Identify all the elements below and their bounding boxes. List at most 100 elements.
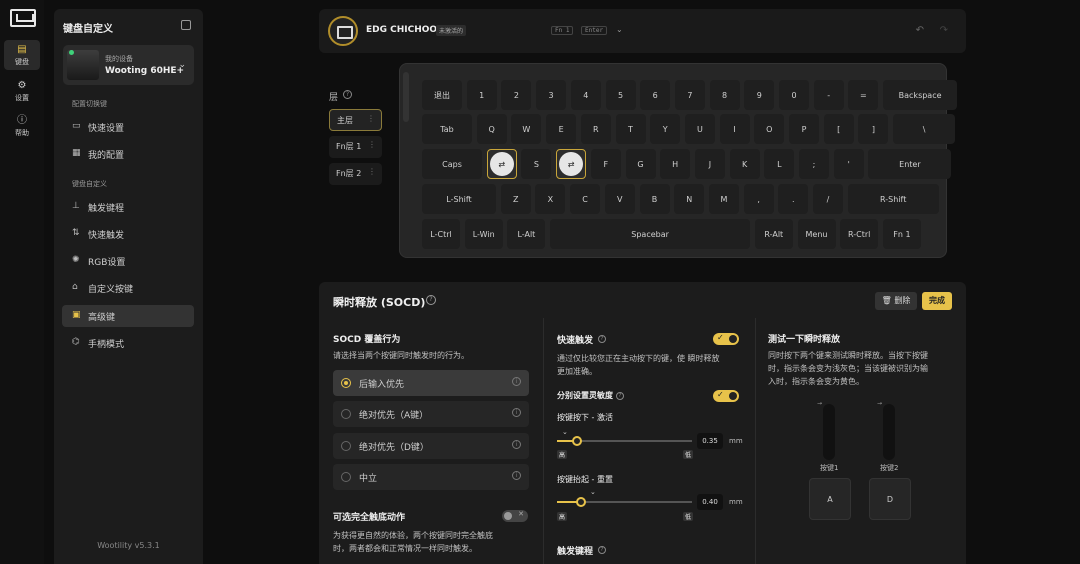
press-value[interactable]: 0.35 [697, 433, 723, 449]
key[interactable]: 6 [640, 80, 671, 110]
key[interactable]: \ [893, 114, 956, 144]
sidebar-item-advanced-keys[interactable]: ▣ 高级键 [62, 305, 194, 327]
key[interactable]: 退出 [422, 80, 462, 110]
key[interactable]: L-Ctrl [422, 219, 460, 249]
option-last-input[interactable]: 后输入优先 i [333, 370, 529, 396]
key[interactable]: R [580, 114, 611, 144]
sidebar-item-my-profiles[interactable]: ▦ 我的配置 [62, 143, 194, 165]
key[interactable]: L [764, 149, 795, 179]
help-icon[interactable]: ? [598, 546, 606, 554]
sidebar-item-quick-settings[interactable]: ▭ 快速设置 [62, 116, 194, 138]
key[interactable]: C [570, 184, 601, 214]
option-absolute-d[interactable]: 绝对优先（D键） i [333, 433, 529, 459]
key[interactable]: G [625, 149, 656, 179]
undo-icon[interactable]: ↶ [916, 25, 924, 36]
key[interactable]: [ [823, 114, 854, 144]
key[interactable]: 3 [536, 80, 567, 110]
key[interactable]: M [708, 184, 739, 214]
key[interactable]: Tab [422, 114, 472, 144]
key[interactable]: 2 [501, 80, 532, 110]
key[interactable]: R-Alt [754, 219, 793, 249]
release-slider-knob[interactable] [576, 497, 587, 507]
layer-main[interactable]: 主层 ⋮ [329, 109, 382, 131]
key[interactable]: Fn 1 [882, 219, 921, 249]
info-icon[interactable]: i [512, 440, 521, 449]
key[interactable]: F [590, 149, 621, 179]
key[interactable]: W [511, 114, 542, 144]
key[interactable]: ' [833, 149, 864, 179]
key[interactable]: I [719, 114, 750, 144]
help-icon[interactable]: ? [598, 335, 606, 343]
key[interactable]: 1 [466, 80, 497, 110]
key[interactable]: Caps [422, 149, 482, 179]
delete-button[interactable]: 🗑 删除 [875, 292, 917, 310]
key[interactable]: ; [799, 149, 829, 179]
key[interactable]: R-Ctrl [840, 219, 879, 249]
key[interactable]: K [729, 149, 760, 179]
key[interactable]: ] [858, 114, 889, 144]
rapid-trigger-toggle[interactable]: ✓ [713, 333, 739, 345]
key[interactable]: J [694, 149, 725, 179]
key[interactable]: Enter [868, 149, 952, 179]
info-icon[interactable]: i [512, 471, 521, 480]
key[interactable]: . [778, 184, 809, 214]
key[interactable]: O [754, 114, 785, 144]
key[interactable]: , [743, 184, 774, 214]
key[interactable]: / [813, 184, 843, 214]
sidebar-item-remap[interactable]: ⌂ 自定义按键 [62, 277, 194, 299]
done-button[interactable]: 完成 [922, 292, 952, 310]
device-selector[interactable]: 我的设备 Wooting 60HE+ ⌄ [63, 45, 194, 85]
option-absolute-a[interactable]: 绝对优先（A键） i [333, 401, 529, 427]
chevron-down-icon[interactable]: ⌄ [616, 25, 623, 34]
key[interactable]: 8 [709, 80, 740, 110]
key[interactable]: 0 [779, 80, 809, 110]
key[interactable]: Z [500, 184, 531, 214]
sidebar-item-rgb[interactable]: ✺ RGB设置 [62, 250, 194, 272]
key[interactable]: Menu [797, 219, 836, 249]
help-icon[interactable]: ? [426, 295, 436, 305]
help-icon[interactable]: ? [616, 392, 624, 400]
key[interactable]: Y [650, 114, 681, 144]
key[interactable]: B [639, 184, 670, 214]
separate-sensitivity-toggle[interactable]: ✓ [713, 390, 739, 402]
info-icon[interactable]: i [512, 377, 521, 386]
key[interactable]: 4 [570, 80, 601, 110]
rail-item-help[interactable]: ⓘ 帮助 [4, 111, 40, 141]
key[interactable]: H [660, 149, 691, 179]
release-value[interactable]: 0.40 [697, 494, 723, 510]
key[interactable]: Backspace [883, 80, 958, 110]
key[interactable]: L-Alt [507, 219, 546, 249]
collapse-sidebar-icon[interactable] [181, 20, 191, 30]
key[interactable]: S [521, 149, 552, 179]
key[interactable]: - [813, 80, 844, 110]
key[interactable]: Spacebar [550, 219, 751, 249]
sidebar-item-rapid-trigger[interactable]: ⇅ 快速触发 [62, 223, 194, 245]
key[interactable]: L-Win [464, 219, 503, 249]
sidebar-item-actuation[interactable]: ⊥ 触发键程 [62, 196, 194, 218]
rail-item-keyboard[interactable]: ▤ 键盘 [4, 40, 40, 70]
test-key-d[interactable]: D [869, 478, 911, 520]
key[interactable]: 5 [605, 80, 636, 110]
rail-item-settings[interactable]: ⚙ 设置 [4, 76, 40, 106]
key[interactable]: = [848, 80, 879, 110]
key[interactable]: 9 [744, 80, 775, 110]
test-key-a[interactable]: A [809, 478, 851, 520]
key[interactable]: U [684, 114, 715, 144]
redo-icon[interactable]: ↷ [940, 25, 948, 36]
key[interactable]: Q [476, 114, 507, 144]
key[interactable]: L-Shift [422, 184, 496, 214]
key[interactable]: X [535, 184, 566, 214]
option-neutral[interactable]: 中立 i [333, 464, 529, 490]
key[interactable]: P [789, 114, 819, 144]
press-slider-knob[interactable] [572, 436, 583, 446]
press-slider[interactable] [557, 436, 692, 446]
help-icon[interactable]: ? [343, 90, 352, 99]
layer-fn2[interactable]: Fn层 2 ⋮ [329, 163, 382, 185]
info-icon[interactable]: i [512, 408, 521, 417]
more-icon[interactable]: ⋮ [367, 114, 375, 123]
sidebar-item-gamepad[interactable]: ⌬ 手柄模式 [62, 332, 194, 354]
key[interactable]: E [546, 114, 577, 144]
key[interactable]: N [674, 184, 705, 214]
socd-key[interactable]: ⇄ [556, 149, 587, 179]
layer-fn1[interactable]: Fn层 1 ⋮ [329, 136, 382, 158]
